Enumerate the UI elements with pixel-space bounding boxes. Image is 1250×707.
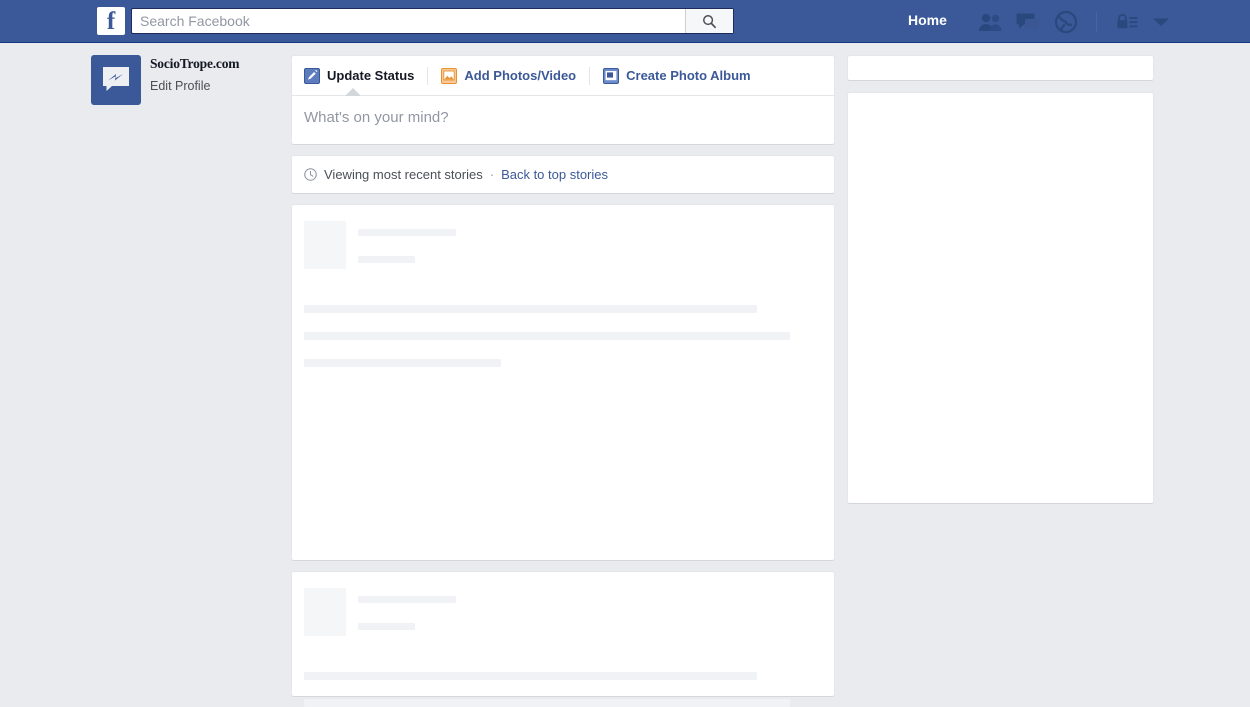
post-skeleton-meta xyxy=(358,221,822,269)
post-skeleton-meta xyxy=(358,588,822,636)
composer-tab-bar: Update Status Add Photos/Video Create Ph… xyxy=(292,56,834,96)
skeleton-bar xyxy=(304,672,757,680)
right-sidebar xyxy=(847,55,1154,504)
edit-profile-link[interactable]: Edit Profile xyxy=(150,78,239,94)
tab-create-photo-album[interactable]: Create Photo Album xyxy=(590,56,763,95)
page-body: SocioTrope.com Edit Profile Update Statu… xyxy=(0,43,1250,707)
profile-name[interactable]: SocioTrope.com xyxy=(150,55,240,73)
album-icon xyxy=(603,67,620,84)
post-skeleton-header xyxy=(304,588,822,636)
profile-block: SocioTrope.com Edit Profile xyxy=(91,55,281,105)
profile-text: SocioTrope.com Edit Profile xyxy=(150,55,240,94)
skeleton-bar xyxy=(358,623,415,630)
facebook-logo-letter: f xyxy=(106,8,116,35)
skeleton-bar xyxy=(358,596,456,603)
tab-add-photos-video-label: Add Photos/Video xyxy=(464,68,577,83)
post-skeleton-body xyxy=(304,305,822,367)
pencil-icon xyxy=(304,67,320,84)
skeleton-bar xyxy=(304,359,501,367)
privacy-lock-icon[interactable] xyxy=(1115,13,1139,31)
main-feed-column: Update Status Add Photos/Video Create Ph… xyxy=(291,55,835,707)
skeleton-bar xyxy=(304,332,790,340)
skeleton-bar xyxy=(304,305,757,313)
composer-input-area[interactable]: What's on your mind? xyxy=(292,96,834,144)
status-composer: Update Status Add Photos/Video Create Ph… xyxy=(291,55,835,145)
tab-create-photo-album-label: Create Photo Album xyxy=(626,68,751,83)
composer-placeholder: What's on your mind? xyxy=(304,109,449,126)
active-tab-pointer xyxy=(345,88,361,96)
messenger-bolt-icon xyxy=(103,67,129,91)
home-link[interactable]: Home xyxy=(908,12,947,28)
search-icon xyxy=(703,14,716,28)
feed-sort-row: Viewing most recent stories · Back to to… xyxy=(292,156,834,193)
feed-post-loading xyxy=(291,204,835,561)
search-button[interactable] xyxy=(685,9,733,33)
friend-requests-icon[interactable] xyxy=(978,12,1004,32)
tab-add-photos-video[interactable]: Add Photos/Video xyxy=(428,56,589,95)
search-bar xyxy=(131,8,734,34)
avatar[interactable] xyxy=(91,55,141,105)
post-skeleton-body xyxy=(304,672,822,707)
header-icon-group xyxy=(978,9,1171,35)
sidebar-card-top xyxy=(847,55,1154,81)
skeleton-bar xyxy=(358,229,456,236)
facebook-logo-icon[interactable]: f xyxy=(97,7,125,35)
feed-post-loading xyxy=(291,571,835,707)
post-skeleton-avatar xyxy=(304,221,346,269)
left-sidebar: SocioTrope.com Edit Profile xyxy=(91,55,281,105)
sidebar-card-main xyxy=(847,92,1154,504)
post-skeleton xyxy=(292,205,834,560)
top-navigation-bar: f Home xyxy=(0,0,1250,43)
photo-icon xyxy=(441,67,458,84)
feed-sort-bar: Viewing most recent stories · Back to to… xyxy=(291,155,835,194)
post-skeleton-header xyxy=(304,221,822,269)
feed-sort-separator: · xyxy=(489,167,495,182)
tab-update-status[interactable]: Update Status xyxy=(302,56,427,95)
account-chevron-down-icon[interactable] xyxy=(1151,16,1171,28)
search-input[interactable] xyxy=(132,9,685,33)
back-to-top-stories-link[interactable]: Back to top stories xyxy=(501,167,608,182)
post-skeleton-avatar xyxy=(304,588,346,636)
clock-icon xyxy=(304,168,317,181)
feed-sort-status: Viewing most recent stories xyxy=(324,167,483,182)
header-divider xyxy=(1096,12,1097,32)
messages-icon[interactable] xyxy=(1016,12,1042,33)
skeleton-bar xyxy=(304,699,790,707)
notifications-globe-icon[interactable] xyxy=(1054,10,1078,34)
tab-update-status-label: Update Status xyxy=(327,68,415,83)
post-skeleton xyxy=(292,572,834,707)
skeleton-bar xyxy=(358,256,415,263)
